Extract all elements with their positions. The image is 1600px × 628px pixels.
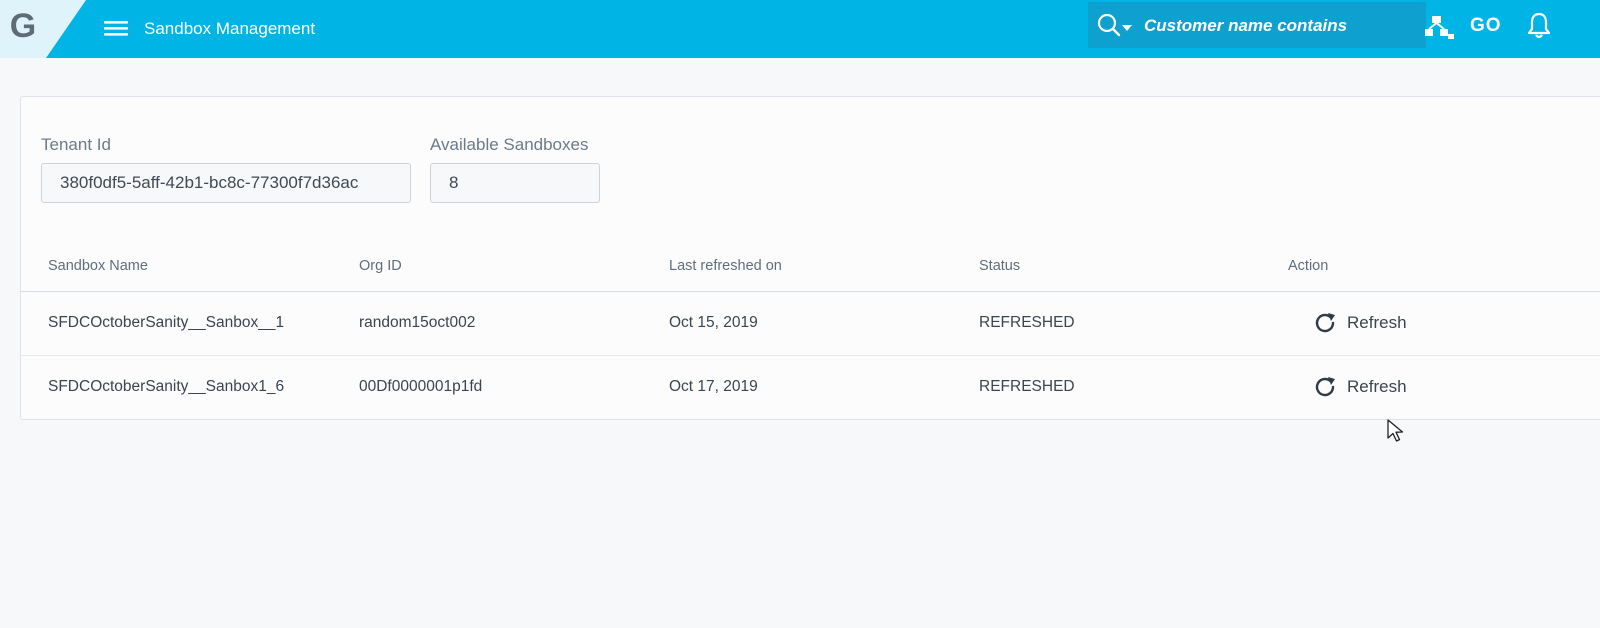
sandbox-name-cell: SFDCOctoberSanity__Sanbox1_6 xyxy=(48,378,285,395)
header-divider xyxy=(21,291,1600,292)
hierarchy-icon[interactable] xyxy=(1422,10,1456,42)
search-input[interactable] xyxy=(1142,10,1416,42)
column-header-sandbox-name[interactable]: Sandbox Name xyxy=(48,258,148,274)
sandbox-name-cell: SFDCOctoberSanity__Sanbox__1 xyxy=(48,314,285,331)
top-bar: G Sandbox Management GO xyxy=(0,0,1600,58)
refresh-label: Refresh xyxy=(1347,377,1407,396)
go-button[interactable]: GO xyxy=(1470,10,1510,42)
org-id-cell: random15oct002 xyxy=(359,314,476,331)
status-cell: REFRESHED xyxy=(979,378,1075,395)
refresh-button[interactable]: Refresh xyxy=(1313,373,1407,401)
last-refreshed-cell: Oct 17, 2019 xyxy=(669,378,758,395)
column-header-status[interactable]: Status xyxy=(979,258,1020,274)
available-sandboxes-field[interactable]: 8 xyxy=(430,163,600,203)
sandbox-card: Tenant Id 380f0df5-5aff-42b1-bc8c-77300f… xyxy=(20,96,1600,420)
last-refreshed-cell: Oct 15, 2019 xyxy=(669,314,758,331)
tenant-id-label: Tenant Id xyxy=(41,135,111,154)
search-bar xyxy=(1088,2,1426,48)
hamburger-menu-icon[interactable] xyxy=(102,14,130,42)
search-icon[interactable] xyxy=(1094,12,1136,40)
app-title: Sandbox Management xyxy=(144,19,316,38)
mouse-cursor-icon xyxy=(1387,419,1404,442)
bell-icon[interactable] xyxy=(1524,10,1554,42)
logo-letter: G xyxy=(9,7,37,45)
refresh-button[interactable]: Refresh xyxy=(1313,309,1407,337)
refresh-label: Refresh xyxy=(1347,313,1407,332)
column-header-action: Action xyxy=(1288,258,1329,274)
org-id-cell: 00Df0000001p1fd xyxy=(359,378,483,395)
row-divider xyxy=(21,355,1600,356)
refresh-icon xyxy=(1315,313,1335,333)
available-sandboxes-label: Available Sandboxes xyxy=(430,135,589,154)
column-header-last-refreshed[interactable]: Last refreshed on xyxy=(669,258,782,274)
refresh-icon xyxy=(1315,377,1335,397)
status-cell: REFRESHED xyxy=(979,314,1075,331)
tenant-id-field[interactable]: 380f0df5-5aff-42b1-bc8c-77300f7d36ac xyxy=(41,163,411,203)
column-header-org-id[interactable]: Org ID xyxy=(359,258,402,274)
logo[interactable]: G xyxy=(0,0,86,58)
